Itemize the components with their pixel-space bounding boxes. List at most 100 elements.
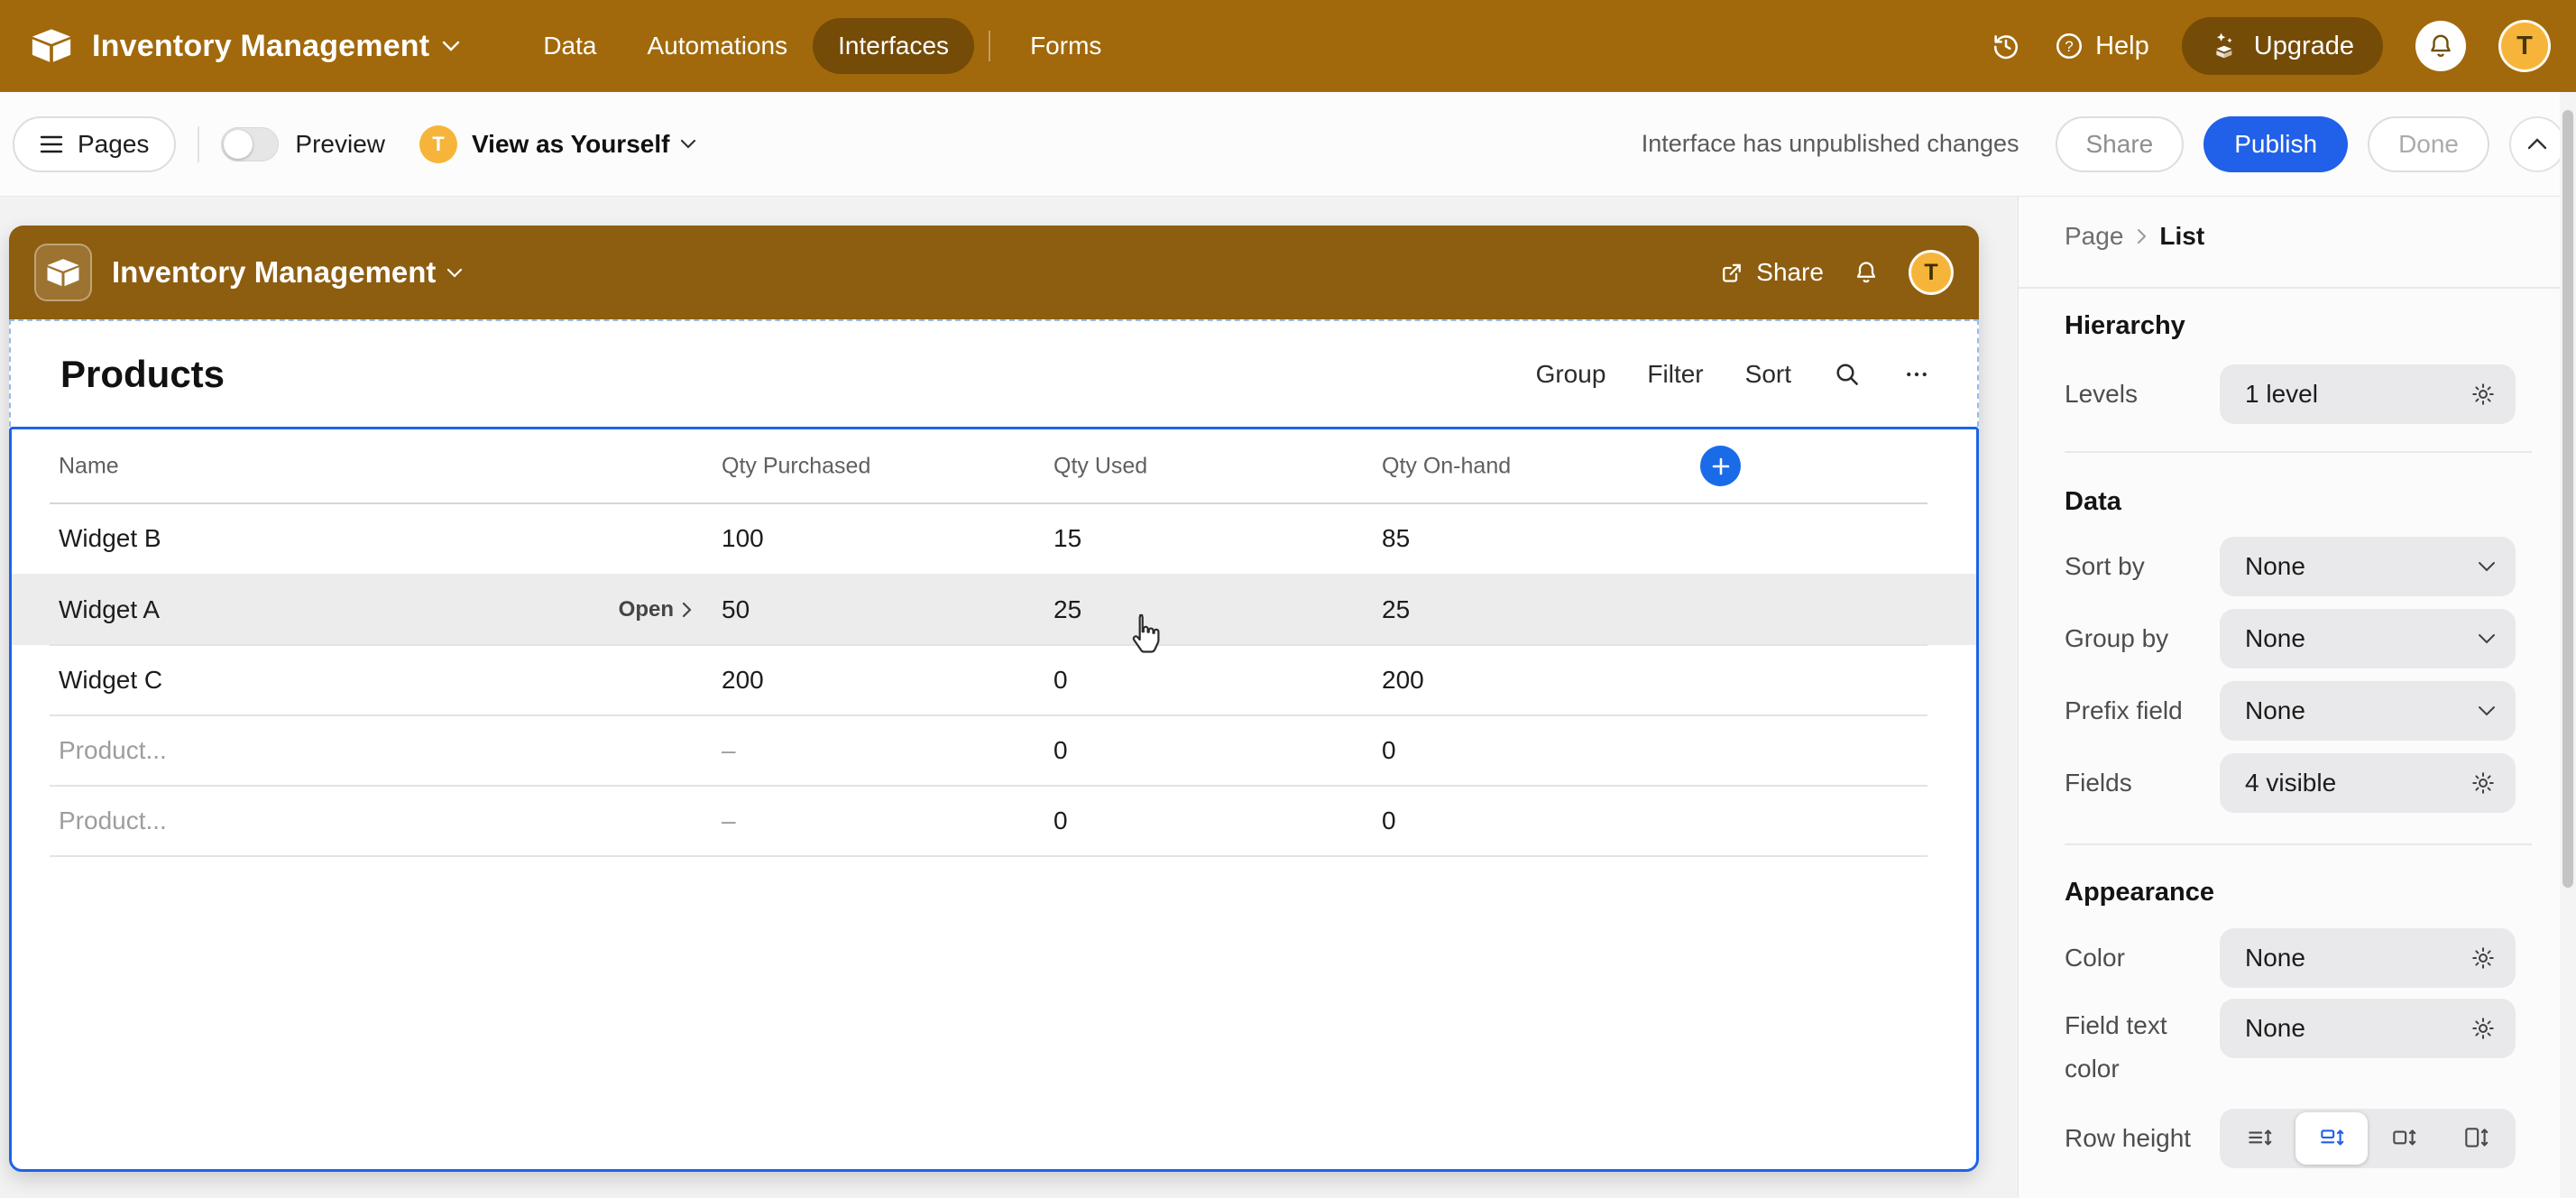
nav-tab-interfaces[interactable]: Interfaces	[813, 18, 974, 74]
levels-setting[interactable]: 1 level	[2220, 364, 2516, 424]
airtable-logo-icon[interactable]	[31, 28, 72, 64]
row-height-extra-tall-button[interactable]	[2440, 1112, 2512, 1165]
app-header: Inventory Management Share T	[9, 226, 1979, 319]
share-button[interactable]: Share	[2056, 116, 2185, 172]
app-logo-chip[interactable]	[34, 244, 92, 301]
prefix-field-value: None	[2245, 696, 2305, 725]
field-text-color-setting[interactable]: None	[2220, 999, 2516, 1058]
cell-name: Widget C	[59, 666, 162, 695]
sort-by-select[interactable]: None	[2220, 537, 2516, 596]
gear-icon[interactable]	[2470, 770, 2496, 796]
pages-label: Pages	[78, 130, 149, 159]
breadcrumb-list: List	[2159, 222, 2204, 251]
preview-toggle[interactable]	[221, 127, 279, 161]
canvas-user-avatar[interactable]: T	[1909, 250, 1954, 295]
table-row-hovered[interactable]: Widget A Open 50 25 25	[12, 574, 1976, 645]
row-height-medium-button[interactable]	[2295, 1112, 2368, 1165]
main-nav: Data Automations Interfaces Forms	[518, 18, 1127, 74]
table-row[interactable]: Product... – 0 0	[12, 785, 1976, 856]
divider	[2019, 287, 2576, 289]
open-record-button[interactable]: Open	[484, 597, 692, 622]
table-row[interactable]: Widget B 100 15 85	[12, 502, 1976, 574]
table-row[interactable]: Widget C 200 0 200	[12, 644, 1976, 715]
chevron-down-icon[interactable]	[680, 139, 696, 149]
bell-icon	[2426, 32, 2455, 60]
svg-text:?: ?	[2065, 38, 2073, 55]
sort-button[interactable]: Sort	[1745, 360, 1791, 389]
toolbar-divider	[198, 126, 199, 162]
nav-tab-forms[interactable]: Forms	[1005, 18, 1127, 74]
chevron-down-icon[interactable]	[446, 268, 463, 278]
column-header-qty-used[interactable]: Qty Used	[1053, 453, 1147, 479]
sparkle-box-icon	[2211, 31, 2241, 61]
scrollbar-thumb[interactable]	[2562, 110, 2573, 888]
table-row[interactable]: Product... – 0 0	[12, 714, 1976, 786]
list-element-selected[interactable]: Name Qty Purchased Qty Used Qty On-hand …	[9, 427, 1979, 1172]
search-icon[interactable]	[1833, 360, 1862, 389]
nav-tab-data[interactable]: Data	[518, 18, 621, 74]
page-header-section[interactable]: Products Group Filter Sort	[9, 319, 1979, 427]
bell-icon[interactable]	[1853, 259, 1880, 286]
group-button[interactable]: Group	[1536, 360, 1606, 389]
canvas-share-button[interactable]: Share	[1718, 258, 1824, 287]
share-icon	[1718, 259, 1745, 286]
view-as-selector[interactable]: View as Yourself	[472, 130, 669, 159]
interface-title[interactable]: Inventory Management	[112, 255, 436, 290]
notifications-button[interactable]	[2415, 21, 2466, 71]
app-title[interactable]: Inventory Management	[92, 29, 429, 64]
cell-qty-on-hand: 25	[1382, 595, 1410, 624]
cell-qty-used: 15	[1053, 524, 1081, 553]
row-height-tall-button[interactable]	[2368, 1112, 2440, 1165]
chevron-down-icon	[2478, 705, 2496, 716]
gear-icon[interactable]	[2470, 945, 2496, 971]
done-button[interactable]: Done	[2368, 116, 2489, 172]
filter-button[interactable]: Filter	[1647, 360, 1703, 389]
builder-toolbar: Pages Preview T View as Yourself Interfa…	[0, 92, 2576, 197]
column-header-qty-on-hand[interactable]: Qty On-hand	[1382, 453, 1511, 479]
cell-qty-on-hand: 200	[1382, 666, 1424, 695]
prefix-field-label: Prefix field	[2065, 696, 2183, 725]
fields-setting[interactable]: 4 visible	[2220, 753, 2516, 813]
cell-qty-used: 0	[1053, 806, 1068, 835]
view-as-avatar[interactable]: T	[419, 125, 457, 163]
cell-qty-used: 0	[1053, 666, 1068, 695]
column-header-qty-purchased[interactable]: Qty Purchased	[722, 453, 870, 479]
breadcrumb: Page List	[2065, 222, 2204, 251]
row-height-short-button[interactable]	[2223, 1112, 2295, 1165]
scrollbar-track[interactable]	[2560, 92, 2576, 1198]
open-label: Open	[619, 597, 674, 622]
cell-qty-purchased: –	[722, 806, 736, 835]
row-height-tall-icon	[2389, 1124, 2418, 1153]
field-text-color-value: None	[2245, 1014, 2305, 1043]
levels-value: 1 level	[2245, 380, 2318, 409]
chevron-down-icon[interactable]	[442, 41, 460, 51]
cell-name: Product...	[59, 806, 167, 835]
top-bar: Inventory Management Data Automations In…	[0, 0, 2576, 92]
more-options-icon[interactable]	[1903, 361, 1930, 388]
help-label: Help	[2095, 32, 2149, 61]
row-height-extra-tall-icon	[2461, 1124, 2490, 1153]
fields-value: 4 visible	[2245, 769, 2336, 797]
color-setting[interactable]: None	[2220, 928, 2516, 988]
gear-icon[interactable]	[2470, 1016, 2496, 1041]
breadcrumb-page[interactable]: Page	[2065, 222, 2123, 251]
page-title: Products	[60, 353, 225, 396]
canvas-share-label: Share	[1756, 258, 1824, 287]
history-icon[interactable]	[1991, 31, 2021, 61]
cell-qty-purchased: –	[722, 736, 736, 765]
upgrade-button[interactable]: Upgrade	[2182, 17, 2383, 75]
pages-button[interactable]: Pages	[13, 116, 176, 172]
group-by-select[interactable]: None	[2220, 609, 2516, 668]
question-circle-icon: ?	[2054, 31, 2084, 61]
gear-icon[interactable]	[2470, 382, 2496, 407]
row-height-medium-icon	[2317, 1124, 2346, 1153]
add-field-button[interactable]	[1700, 446, 1741, 486]
help-button[interactable]: ? Help	[2054, 31, 2149, 61]
nav-tab-automations[interactable]: Automations	[621, 18, 813, 74]
prefix-field-select[interactable]: None	[2220, 681, 2516, 741]
publish-button[interactable]: Publish	[2203, 116, 2348, 172]
collapse-toolbar-button[interactable]	[2509, 116, 2565, 172]
upgrade-label: Upgrade	[2254, 32, 2354, 61]
column-header-name[interactable]: Name	[59, 453, 119, 479]
user-avatar[interactable]: T	[2498, 20, 2551, 72]
